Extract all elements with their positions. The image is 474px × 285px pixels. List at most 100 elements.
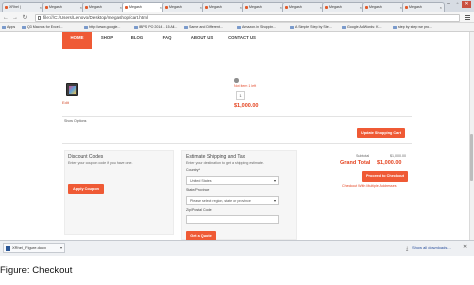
bookmark-favicon-icon [237,25,241,30]
nav-item-home[interactable]: HOME [62,32,92,49]
browser-tab[interactable]: Megash × [242,2,285,12]
bookmark-item[interactable]: Q3 Macros for Excel... [22,24,63,31]
minimize-button[interactable]: – [444,1,453,8]
remove-item-icon[interactable] [234,78,239,83]
tab-label: Megash [409,5,422,9]
close-icon[interactable]: ✕ [463,243,467,251]
download-shelf [0,240,474,256]
dropdown-arrow-icon: ▾ [273,178,276,183]
tab-label: Megash [329,5,342,9]
bookmark-label: Q3 Macros for Excel... [27,25,63,29]
bookmark-favicon-icon [84,25,88,30]
tab-favicon-icon [164,6,168,9]
show-all-downloads-link[interactable]: ⤓ Show all downloads... [406,244,451,252]
back-button[interactable]: ← [2,14,10,22]
bookmark-item[interactable]: Google AdWords: K... [342,24,382,31]
bookmark-item[interactable]: Amazon.in Shoppin... [237,24,276,31]
browser-tab[interactable]: Megash × [42,2,85,12]
figure-caption: Figure: Checkout [0,265,73,276]
address-bar[interactable]: file:///C:/Users/Lenovo/Desktop/megashop… [35,13,460,22]
tab-label: Megash [89,5,102,9]
divider [62,143,412,144]
country-value: United States [190,179,212,183]
stock-note: Not item 1 left [234,84,257,88]
bookmark-label: IBPS PO 2014 - 15 All... [139,25,178,29]
bookmark-item[interactable]: Same and Different... [184,24,223,31]
browser-tab[interactable]: Megash × [122,2,165,12]
update-cart-button[interactable]: Update Shopping Cart [357,128,405,138]
bookmark-label: A Simple Step by Ste... [295,25,332,29]
nav-item-faq[interactable]: FAQ [152,32,182,49]
tab-close-icon[interactable]: × [440,3,442,12]
bookmark-label: http://www.google... [89,25,121,29]
tab-label: XRhel | [9,5,21,9]
nav-item-shop[interactable]: SHOP [92,32,122,49]
proceed-to-checkout-button[interactable]: Proceed to Checkout [362,171,408,182]
show-options-link[interactable]: Show Options [64,119,86,123]
browser-tab[interactable]: Megash × [162,2,205,12]
bookmark-label: Same and Different... [189,25,223,29]
quantity-input[interactable]: 1 [236,91,245,100]
state-select[interactable]: Please select region, state or province … [186,196,279,205]
product-thumbnail[interactable] [66,83,78,96]
nav-item-about-us[interactable]: ABOUT US [184,32,220,49]
reload-button[interactable]: ↻ [21,14,29,22]
state-label: State/Province [186,188,210,192]
bookmark-item[interactable]: IBPS PO 2014 - 15 All... [134,24,177,31]
zip-label: Zip/Postal Code [186,208,212,212]
tab-label: Megash [129,5,142,9]
tab-label: Megash [369,5,382,9]
shipping-title: Estimate Shipping and Tax [186,154,246,160]
subtotal-label: Subtotal [356,154,370,158]
bookmark-label: Amazon.in Shoppin... [242,25,277,29]
menu-icon[interactable] [464,14,471,21]
tab-favicon-icon [124,6,128,9]
edit-item-link[interactable]: Edit [62,100,69,105]
browser-tab[interactable]: Megash × [402,2,445,12]
browser-tab[interactable]: Megash × [322,2,365,12]
nav-item-contact-us[interactable]: CONTACT US [222,32,262,49]
word-document-icon [6,245,10,251]
bookmark-favicon-icon [342,25,346,30]
bookmark-item[interactable]: Apps [2,24,15,31]
tab-label: Megash [249,5,262,9]
address-url: file:///C:/Users/Lenovo/Desktop/megashop… [43,14,148,20]
browser-tab[interactable]: XRhel | × [2,2,45,12]
close-window-button[interactable]: ✕ [462,1,471,8]
country-label: Country* [186,168,200,172]
bookmark-item[interactable]: http://www.google... [84,24,120,31]
show-all-label: Show all downloads... [412,245,451,250]
tab-favicon-icon [84,6,88,9]
grand-total-value: $1,000.00 [377,160,402,166]
discount-subtitle: Enter your coupon code if you have one. [68,161,133,165]
zip-input[interactable] [186,215,279,224]
apply-coupon-button[interactable]: Apply Coupon [68,184,104,194]
tab-favicon-icon [44,6,48,9]
tab-label: Megash [169,5,182,9]
bookmark-item[interactable]: A Simple Step by Ste... [290,24,332,31]
bookmark-favicon-icon [393,25,397,30]
chevron-down-icon[interactable]: ▾ [60,244,62,252]
browser-tab[interactable]: Megash × [282,2,325,12]
item-price: $1,000.00 [234,103,259,109]
subtotal-value: $1,000.00 [390,154,406,158]
browser-tab[interactable]: Megash × [362,2,405,12]
bookmark-favicon-icon [22,25,26,30]
nav-item-blog[interactable]: BLOG [122,32,152,49]
bookmark-item[interactable]: step by step we pro... [393,24,432,31]
multiple-addresses-link[interactable]: Checkout With Multiple Addresses [342,184,397,188]
country-select[interactable]: United States ▾ [186,176,279,185]
browser-tab[interactable]: Megash × [202,2,245,12]
bookmark-favicon-icon [134,25,138,30]
shipping-subtitle: Enter your destination to get a shipping… [186,161,264,165]
browser-tab[interactable]: Megash × [82,2,125,12]
tab-label: Megash [289,5,302,9]
forward-button[interactable]: → [11,14,19,22]
apps-icon [2,25,6,30]
page-icon [37,16,41,20]
download-item[interactable]: XRhel_Figure.docx ▾ [3,243,65,253]
state-value: Please select region, state or province [190,199,251,203]
tab-favicon-icon [244,6,248,9]
maximize-button[interactable]: ▫ [453,1,462,8]
scrollbar-thumb[interactable] [470,134,473,181]
